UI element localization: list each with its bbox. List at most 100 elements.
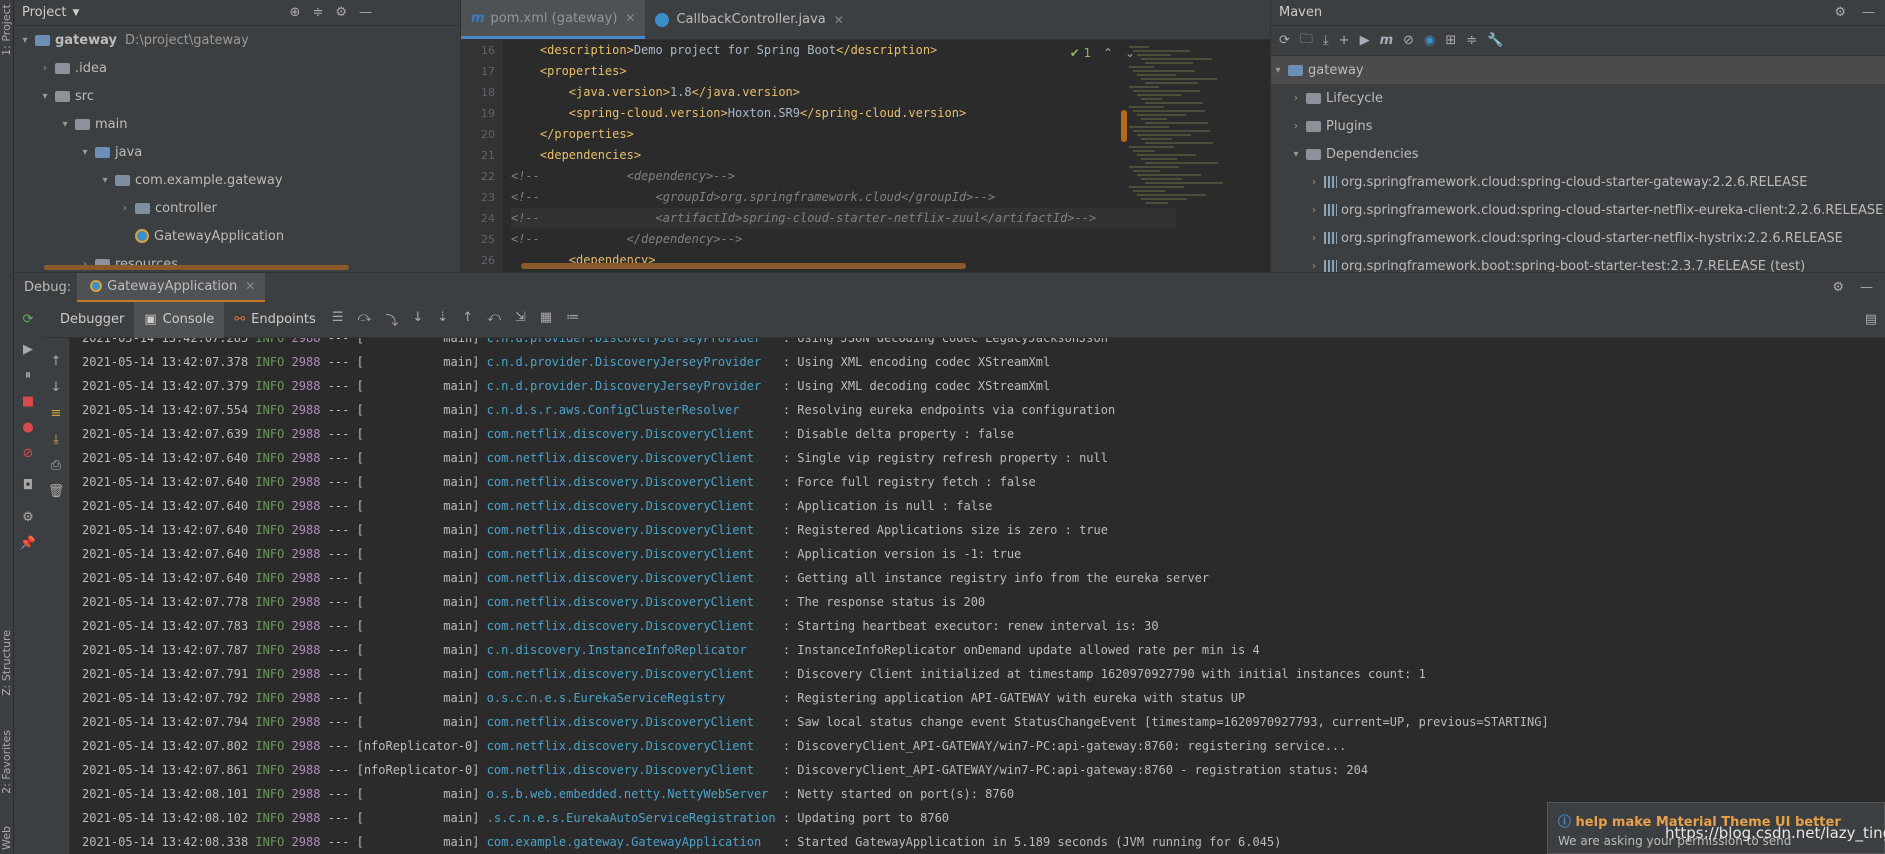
rerun-icon[interactable]: ⟳ <box>14 306 42 332</box>
log-line[interactable]: 2021-05-14 13:42:07.794 INFO 2988 --- [ … <box>71 710 1885 734</box>
maven-root-gateway[interactable]: ▾ gateway <box>1271 56 1885 84</box>
maven-dependency[interactable]: › org.springframework.cloud:spring-cloud-… <box>1271 224 1885 252</box>
log-line[interactable]: 2021-05-14 13:42:07.787 INFO 2988 --- [ … <box>71 638 1885 662</box>
log-line[interactable]: 2021-05-14 13:42:07.778 INFO 2988 --- [ … <box>71 590 1885 614</box>
trace-icon[interactable]: ≔ <box>566 310 579 329</box>
reload-icon[interactable]: ⟳ <box>1279 33 1290 48</box>
add-folder-icon[interactable]: 🗀 <box>1300 30 1313 52</box>
chevron-down-icon[interactable]: ▾ <box>1271 65 1285 76</box>
log-line[interactable]: 2021-05-14 13:42:07.640 INFO 2988 --- [ … <box>71 518 1885 542</box>
trash-icon[interactable]: 🗑 <box>42 478 70 504</box>
minimize-icon[interactable]: — <box>1860 280 1873 295</box>
close-icon[interactable]: ✕ <box>834 13 844 27</box>
pause-icon[interactable]: ⏸ <box>14 362 42 388</box>
close-icon[interactable]: ✕ <box>625 11 635 25</box>
log-line[interactable]: 2021-05-14 13:42:07.640 INFO 2988 --- [ … <box>71 470 1885 494</box>
download-icon[interactable]: ⤓ <box>1323 33 1329 48</box>
chevron-right-icon[interactable]: › <box>1307 233 1321 244</box>
camera-icon[interactable]: ◘ <box>14 472 42 498</box>
log-line[interactable]: 2021-05-14 13:42:07.379 INFO 2988 --- [ … <box>71 374 1885 398</box>
tree-item[interactable]: GatewayApplication <box>14 222 460 250</box>
view-breakpoints-icon[interactable]: ● <box>14 414 42 440</box>
code-line[interactable]: <java.version>1.8</java.version> <box>511 82 1176 103</box>
arrow-down-icon[interactable]: ↓ <box>42 374 70 400</box>
tab-endpoints[interactable]: ⚯ Endpoints <box>224 302 326 338</box>
code-minimap[interactable] <box>1129 44 1249 234</box>
log-line[interactable]: 2021-05-14 13:42:07.783 INFO 2988 --- [ … <box>71 614 1885 638</box>
resume-icon[interactable]: ▶ <box>14 336 42 362</box>
log-line[interactable]: 2021-05-14 13:42:07.554 INFO 2988 --- [ … <box>71 398 1885 422</box>
tab-callback-controller[interactable]: CallbackController.java ✕ <box>645 0 853 39</box>
log-line[interactable]: 2021-05-14 13:42:07.802 INFO 2988 --- [n… <box>71 734 1885 758</box>
show-execution-point-icon[interactable]: ⤼ <box>357 310 371 329</box>
log-line[interactable]: 2021-05-14 13:42:07.285 INFO 2988 --- [ … <box>71 338 1885 350</box>
debug-config-tab[interactable]: GatewayApplication ✕ <box>77 272 266 303</box>
show-dependencies-icon[interactable]: ⊞ <box>1445 33 1456 48</box>
editor-hscrollbar[interactable] <box>521 263 966 269</box>
layout-icon[interactable]: ▤ <box>1865 312 1885 327</box>
code-line[interactable]: <!-- <dependency>--> <box>511 166 1176 187</box>
favorites-side-tab[interactable]: 2: Favorites <box>0 730 14 794</box>
chevron-right-icon[interactable]: › <box>1307 205 1321 216</box>
chevron-down-icon[interactable]: ▾ <box>58 119 72 130</box>
chevron-right-icon[interactable]: › <box>1289 121 1303 132</box>
arrow-up-icon[interactable]: ↑ <box>42 348 70 374</box>
tree-item[interactable]: › controller <box>14 194 460 222</box>
run-to-cursor-icon[interactable]: ⇲ <box>515 310 526 329</box>
stop-icon[interactable]: ■ <box>14 388 42 414</box>
chevron-right-icon[interactable]: › <box>118 203 132 214</box>
tree-item[interactable]: ▾ com.example.gateway <box>14 166 460 194</box>
chevron-down-icon[interactable]: ▾ <box>18 35 32 46</box>
drop-frame-icon[interactable]: ⤺ <box>487 310 501 329</box>
evaluate-expression-icon[interactable]: ▦ <box>540 310 552 329</box>
step-into-icon[interactable]: ↓ <box>412 310 423 329</box>
code-line[interactable]: <!-- <groupId>org.springframework.cloud<… <box>511 187 1176 208</box>
console-output[interactable]: 2021-05-14 13:42:07.285 INFO 2988 --- [ … <box>71 338 1885 854</box>
minimize-icon[interactable]: — <box>359 5 372 20</box>
step-over-icon[interactable]: ⤵ <box>385 310 398 329</box>
editor-vscroll-thumb[interactable] <box>1121 110 1127 142</box>
collapse-all-icon[interactable]: ≑ <box>312 5 323 20</box>
chevron-right-icon[interactable]: › <box>1307 261 1321 272</box>
tree-item[interactable]: ▾ src <box>14 82 460 110</box>
log-line[interactable]: 2021-05-14 13:42:07.861 INFO 2988 --- [n… <box>71 758 1885 782</box>
soft-wrap-icon[interactable]: ≡ <box>42 400 70 426</box>
skip-tests-icon[interactable]: ⊘ <box>1403 33 1414 48</box>
settings-icon[interactable]: ⚙ <box>14 504 42 530</box>
scroll-to-end-icon[interactable]: ⤓ <box>42 426 70 452</box>
run-icon[interactable]: ▶ <box>1360 33 1370 48</box>
chevron-down-icon[interactable]: ▼ <box>72 8 79 18</box>
structure-side-tab[interactable]: Z: Structure <box>0 630 14 696</box>
code-line[interactable]: <properties> <box>511 61 1176 82</box>
web-side-tab[interactable]: Web <box>0 826 14 850</box>
log-line[interactable]: 2021-05-14 13:42:07.640 INFO 2988 --- [ … <box>71 566 1885 590</box>
maven-node[interactable]: ▾ Dependencies <box>1271 140 1885 168</box>
maven-node[interactable]: › Plugins <box>1271 112 1885 140</box>
chevron-down-icon[interactable]: ▾ <box>78 147 92 158</box>
gear-icon[interactable]: ⚙ <box>335 5 347 20</box>
code-line[interactable]: <!-- <artifactId>spring-cloud-starter-ne… <box>511 208 1176 229</box>
project-title[interactable]: Project <box>22 5 66 20</box>
maven-goal-icon[interactable]: m <box>1380 33 1394 48</box>
close-icon[interactable]: ✕ <box>245 279 255 293</box>
tree-item[interactable]: ▾ main <box>14 110 460 138</box>
code-area[interactable]: <description>Demo project for Spring Boo… <box>511 40 1176 272</box>
tree-item[interactable]: ▾ gateway D:\project\gateway <box>14 26 460 54</box>
tree-item[interactable]: ▾ java <box>14 138 460 166</box>
force-step-into-icon[interactable]: ⇣ <box>437 310 448 329</box>
chevron-right-icon[interactable]: › <box>1307 177 1321 188</box>
project-hscrollbar[interactable] <box>44 265 349 270</box>
offline-icon[interactable]: ◉ <box>1424 33 1435 48</box>
chevron-down-icon[interactable]: ▾ <box>98 175 112 186</box>
wrench-icon[interactable]: 🔧 <box>1487 33 1503 48</box>
tab-console[interactable]: ▣ Console <box>134 301 225 338</box>
code-line[interactable]: <dependencies> <box>511 145 1176 166</box>
minimize-icon[interactable]: — <box>1862 5 1875 20</box>
chevron-up-icon[interactable]: ⌃ <box>1103 46 1113 60</box>
log-line[interactable]: 2021-05-14 13:42:07.792 INFO 2988 --- [ … <box>71 686 1885 710</box>
log-line[interactable]: 2021-05-14 13:42:07.378 INFO 2988 --- [ … <box>71 350 1885 374</box>
inspection-widget[interactable]: ✔ 1 ⌃ ⌄ <box>1070 46 1135 60</box>
print-icon[interactable]: ⎙ <box>42 452 70 478</box>
chevron-down-icon[interactable]: ▾ <box>1289 149 1303 160</box>
mute-breakpoints-icon[interactable]: ⊘ <box>14 440 42 466</box>
